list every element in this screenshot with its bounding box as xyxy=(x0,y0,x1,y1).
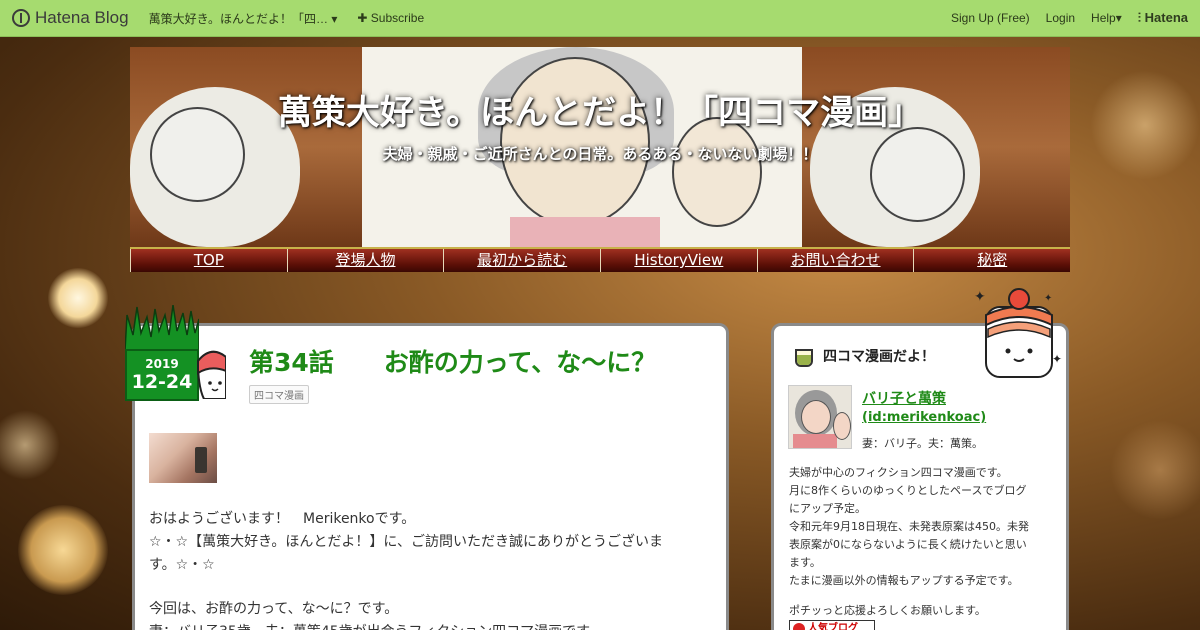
blog-title-label: 萬策大好き。ほんとだよ！「四… xyxy=(148,11,328,26)
subscribe-label: Subscribe xyxy=(370,11,425,25)
hatena-brand-link[interactable]: ⫶ Hatena xyxy=(1138,10,1188,26)
profile-description: 夫婦が中心のフィクション四コマ漫画です。 月に8作くらいのゆっくりとしたペースで… xyxy=(789,464,1051,590)
profile-description-line: 月に8作くらいのゆっくりとしたペースでブログ xyxy=(789,484,1027,497)
entry-paragraph: おはようございます！ Merikenkoです。 ☆・☆【萬策大好き。ほんとだよ！… xyxy=(149,508,709,577)
blog-title[interactable]: 萬策大好き。ほんとだよ！「四コマ漫画」 xyxy=(130,85,1070,134)
tea-shape xyxy=(797,355,811,365)
avatar-shirt xyxy=(793,434,837,448)
logo-text: Hatena Blog xyxy=(35,8,129,27)
profile-description-line: ます。 xyxy=(789,556,821,569)
global-nav: TOP 登場人物 最初から読む HistoryView お問い合わせ 秘密 xyxy=(130,247,1070,272)
blog-header: 萬策大好き。ほんとだよ！「四コマ漫画」 夫婦・親戚・ご近所さんとの日常。あるある… xyxy=(130,47,1070,247)
vinegar-bottle-shape xyxy=(195,447,207,473)
signup-link[interactable]: Sign Up (Free) xyxy=(951,11,1030,25)
entry-category-tag[interactable]: 四コマ漫画 xyxy=(249,385,309,404)
bokeh-light xyxy=(0,410,60,480)
sidebar-module-title: 四コマ漫画だよ！ xyxy=(823,349,935,365)
help-menu[interactable]: Help▾ xyxy=(1091,11,1122,25)
bokeh-light xyxy=(48,268,108,328)
header-character-wife xyxy=(500,57,650,227)
entry-text-line: ☆・☆【萬策大好き。ほんとだよ！】に、ご訪問いただき誠にありがとうございま xyxy=(149,534,663,550)
nav-item-historyview[interactable]: HistoryView xyxy=(600,249,757,272)
profile-subtitle: 妻：バリ子。夫：萬策。 xyxy=(862,437,983,450)
profile-id-link[interactable]: (id:merikenkoac) xyxy=(862,410,986,425)
hatena-brand-label: Hatena xyxy=(1144,10,1188,25)
entry-date-badge[interactable]: 2019 12-24 xyxy=(125,305,199,401)
subscribe-button[interactable]: ✚ Subscribe xyxy=(357,11,424,25)
hatena-topbar: Hatena Blog 萬策大好き。ほんとだよ！「四… ▾ ✚ Subscrib… xyxy=(0,0,1200,37)
entry-title[interactable]: 第34話 お酢の力って、な～に？ xyxy=(249,343,656,379)
entry-text-line: 今回は、お酢の力って、な～に？です。 xyxy=(149,601,399,617)
hatena-logo-icon xyxy=(12,9,30,27)
svg-text:✦: ✦ xyxy=(974,289,986,305)
login-link[interactable]: Login xyxy=(1046,11,1075,25)
entry-text-line: す。☆・☆ xyxy=(149,557,215,573)
nav-item-secret[interactable]: 秘密 xyxy=(913,249,1070,272)
profile-description-line: たまに漫画以外の情報もアップする予定です。 xyxy=(789,574,1019,587)
entry-text-line: おはようございます！ Merikenkoです。 xyxy=(149,511,416,527)
support-text: ポチッっと応援よろしくお願いします。 xyxy=(789,604,986,617)
nav-item-characters[interactable]: 登場人物 xyxy=(286,249,444,272)
caret-down-icon: ▾ xyxy=(1115,11,1122,25)
header-character-shirt xyxy=(510,217,660,247)
grass-decoration xyxy=(125,305,199,351)
entry-date-box: 2019 12-24 xyxy=(125,349,199,401)
svg-text:✦: ✦ xyxy=(1044,293,1052,304)
blog-ranking-banner[interactable]: 人気ブログ xyxy=(789,620,875,630)
avatar-face-husband xyxy=(833,412,851,440)
hatena-mark-icon: ⫶ xyxy=(1137,10,1145,25)
profile-avatar[interactable] xyxy=(788,385,852,449)
profile-description-line: 夫婦が中心のフィクション四コマ漫画です。 xyxy=(789,466,1008,479)
bokeh-light xyxy=(1090,70,1200,180)
entry-date-month-day: 12-24 xyxy=(131,371,193,393)
hatena-blog-logo[interactable]: Hatena Blog xyxy=(12,8,129,28)
profile-description-line: 令和元年9月18日現在、未発表原案は450。未発 xyxy=(789,520,1029,533)
tea-cup-icon xyxy=(793,343,815,369)
profile-description-line: 表原案が0にならないように長く続けたいと思い xyxy=(789,538,1027,551)
profile-name-link[interactable]: バリ子と萬策 xyxy=(862,388,946,408)
profile-description-line: にアップ予定。 xyxy=(789,502,866,515)
caret-down-icon: ▾ xyxy=(331,11,338,26)
entry-thumbnail-image[interactable] xyxy=(149,433,217,483)
blog-description: 夫婦・親戚・ご近所さんとの日常。あるある・ないない劇場！！ xyxy=(382,145,818,163)
svg-text:✦: ✦ xyxy=(1052,352,1062,366)
header-character-right xyxy=(870,127,965,222)
plus-icon: ✚ xyxy=(357,11,368,25)
avatar-face-wife xyxy=(801,400,831,434)
entry-paragraph: 今回は、お酢の力って、な～に？です。 妻：バリ子35歳、夫：萬策45歳が出会うフ… xyxy=(149,598,709,630)
sushi-mascot-large: ✦ ✦ ✦ xyxy=(974,288,1062,378)
entry-date-year: 2019 xyxy=(145,357,179,371)
help-label: Help xyxy=(1091,11,1116,25)
sidebar-module-header: 四コマ漫画だよ！ xyxy=(793,343,935,369)
nav-item-top[interactable]: TOP xyxy=(130,249,287,272)
blog-title-menu[interactable]: 萬策大好き。ほんとだよ！「四… ▾ xyxy=(149,10,338,27)
bokeh-light xyxy=(18,505,108,595)
nav-item-read-from-start[interactable]: 最初から読む xyxy=(443,249,600,272)
bokeh-light xyxy=(1110,420,1200,520)
entry-text-line: 妻：バリ子35歳、夫：萬策45歳が出会うフィクション四コマ漫画です。 xyxy=(149,621,709,630)
nav-item-contact[interactable]: お問い合わせ xyxy=(756,249,914,272)
sushi-mascot-small xyxy=(196,350,226,399)
